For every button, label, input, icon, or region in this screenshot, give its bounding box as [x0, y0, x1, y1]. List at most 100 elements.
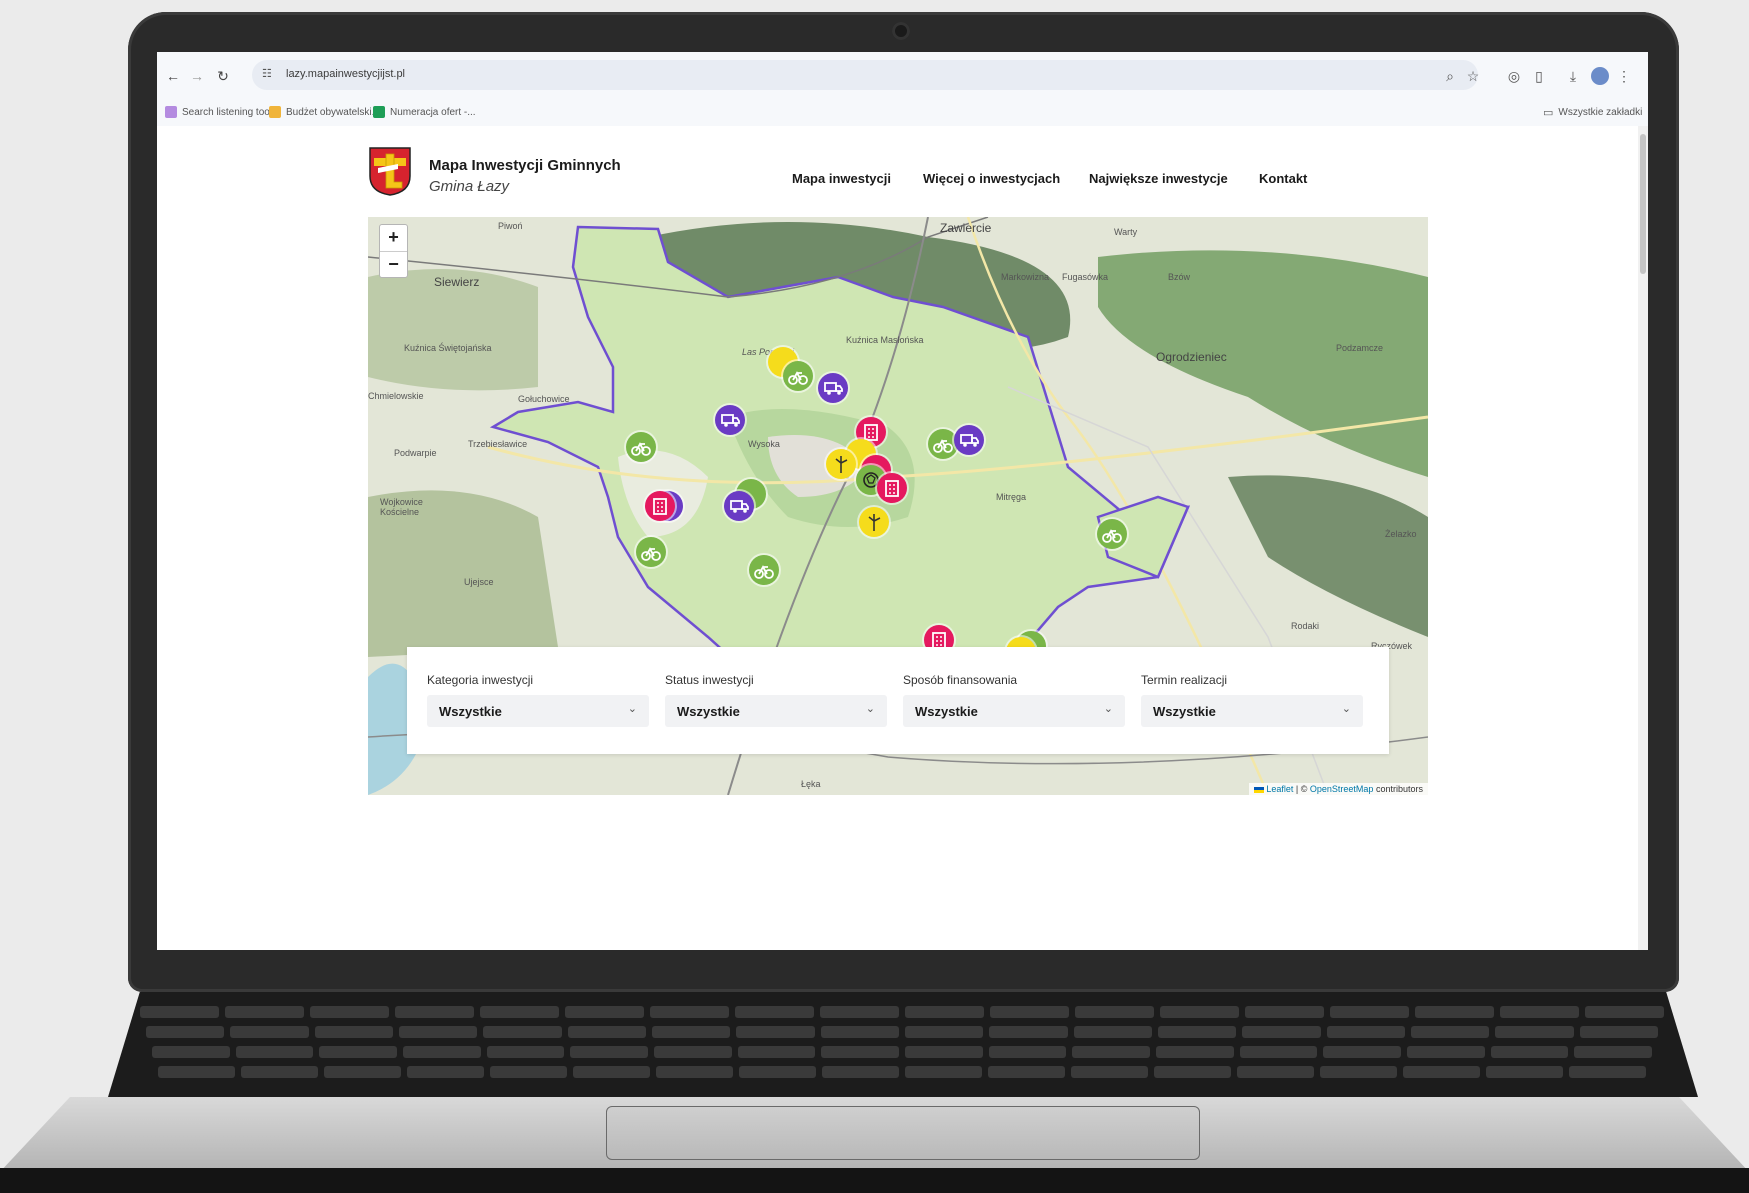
keyboard-key — [1486, 1066, 1563, 1078]
investment-marker-bike[interactable] — [1097, 519, 1127, 549]
extension-icon[interactable]: ◎ — [1504, 66, 1524, 86]
place-label: Chmielowskie — [368, 391, 424, 401]
nav-largest-link[interactable]: Największe inwestycje — [1089, 171, 1228, 186]
puzzle-icon[interactable]: ▯ — [1529, 66, 1549, 86]
chevron-down-icon: ⌄ — [1341, 703, 1351, 715]
term-select[interactable]: Wszystkie ⌄ — [1141, 695, 1363, 727]
keyboard-key — [650, 1006, 729, 1018]
investment-marker-energy[interactable] — [859, 507, 889, 537]
keyboard-key — [656, 1066, 733, 1078]
all-bookmarks[interactable]: ▭ Wszystkie zakładki — [1543, 106, 1642, 119]
investment-marker-bike[interactable] — [749, 555, 779, 585]
investment-map[interactable]: Zawiercie Siewierz Ogrodzieniec Kuźnica … — [368, 217, 1428, 795]
investment-marker-energy[interactable] — [826, 449, 856, 479]
bookmark-item[interactable]: Budżet obywatelski... — [269, 106, 380, 118]
keyboard-key — [1407, 1046, 1485, 1058]
keyboard-key — [140, 1006, 219, 1018]
keyboard-key — [1500, 1006, 1579, 1018]
zoom-out-button[interactable]: − — [380, 252, 407, 278]
bookmark-star-icon[interactable]: ☆ — [1463, 66, 1483, 86]
keyboard-key — [988, 1046, 1067, 1058]
truck-icon — [960, 434, 979, 447]
investment-marker-transport[interactable] — [954, 425, 984, 455]
keyboard-key — [480, 1006, 559, 1018]
keyboard-key — [225, 1006, 304, 1018]
keyboard-key — [1323, 1046, 1401, 1058]
key-row — [108, 1046, 1698, 1060]
investment-marker-bike[interactable] — [626, 432, 656, 462]
zoom-icon[interactable]: ⌕ — [1440, 66, 1460, 86]
place-label: Warty — [1114, 227, 1138, 237]
key-row — [108, 1026, 1698, 1040]
filter-label: Termin realizacji — [1141, 673, 1228, 687]
keyboard-key — [399, 1026, 478, 1038]
keyboard-key — [1075, 1006, 1154, 1018]
keyboard-key — [1326, 1026, 1405, 1038]
download-icon[interactable]: ⤓ — [1563, 66, 1583, 86]
bookmarks-bar: Search listening too... Budżet obywatels… — [157, 100, 1648, 127]
keyboard-key — [483, 1026, 562, 1038]
reload-icon[interactable]: ↻ — [213, 66, 233, 86]
place-label: Rodaki — [1291, 621, 1320, 631]
keyboard-key — [822, 1066, 899, 1078]
keyboard-key — [1245, 1006, 1324, 1018]
select-value: Wszystkie — [677, 704, 740, 719]
keyboard-key — [1071, 1066, 1148, 1078]
place-label: Kuźnica Świętojańska — [404, 343, 492, 353]
forward-icon[interactable]: → — [187, 66, 207, 86]
keyboard-key — [152, 1046, 230, 1058]
investment-marker-transport[interactable] — [818, 373, 848, 403]
profile-avatar[interactable] — [1591, 67, 1609, 85]
bicycle-icon — [1102, 529, 1122, 543]
investment-marker-transport[interactable] — [715, 405, 745, 435]
address-bar[interactable]: ☷ lazy.mapainwestycjijst.pl — [252, 60, 1478, 90]
place-label: Łęka — [801, 779, 821, 789]
keyboard-key — [314, 1026, 393, 1038]
webcam — [892, 22, 910, 40]
investment-marker-bike[interactable] — [783, 361, 813, 391]
place-label: Siewierz — [434, 275, 480, 289]
keyboard-key — [905, 1006, 984, 1018]
keyboard-key — [821, 1046, 899, 1058]
financing-select[interactable]: Wszystkie ⌄ — [903, 695, 1125, 727]
status-select[interactable]: Wszystkie ⌄ — [665, 695, 887, 727]
place-label: Wojkowice Kościelne — [380, 497, 423, 517]
keyboard-key — [1411, 1026, 1490, 1038]
scrollbar-thumb[interactable] — [1640, 134, 1646, 274]
wind-turbine-icon — [868, 514, 881, 531]
investment-marker-building[interactable] — [645, 491, 675, 521]
investment-marker-transport[interactable] — [724, 491, 754, 521]
keyboard — [108, 992, 1698, 1097]
gmina-crest-logo[interactable] — [368, 146, 412, 196]
bookmark-item[interactable]: Numeracja ofert -... — [373, 106, 476, 118]
keyboard-key — [565, 1006, 644, 1018]
bookmark-favicon — [373, 106, 385, 118]
site-settings-icon[interactable]: ☷ — [262, 67, 272, 80]
keyboard-key — [324, 1066, 401, 1078]
nav-map-link[interactable]: Mapa inwestycji — [792, 171, 891, 186]
chevron-down-icon: ⌄ — [1103, 703, 1113, 715]
keyboard-key — [567, 1026, 646, 1038]
key-row — [108, 1066, 1698, 1080]
keyboard-key — [1156, 1046, 1234, 1058]
osm-link[interactable]: OpenStreetMap — [1310, 784, 1374, 794]
leaflet-link[interactable]: Leaflet — [1266, 784, 1293, 794]
investment-marker-building[interactable] — [877, 473, 907, 503]
filter-label: Sposób finansowania — [903, 673, 1018, 687]
keyboard-key — [1242, 1026, 1321, 1038]
browser-toolbar: ← → ↻ ☷ lazy.mapainwestycjijst.pl ⌕ ☆ ◎ … — [157, 52, 1648, 100]
place-label: Ujejsce — [464, 577, 494, 587]
nav-more-link[interactable]: Więcej o inwestycjach — [923, 171, 1060, 186]
keyboard-key — [1490, 1046, 1569, 1058]
investment-marker-bike[interactable] — [636, 537, 666, 567]
keyboard-key — [739, 1066, 816, 1078]
category-select[interactable]: Wszystkie ⌄ — [427, 695, 649, 727]
back-icon[interactable]: ← — [163, 66, 183, 86]
nav-contact-link[interactable]: Kontakt — [1259, 171, 1307, 186]
keyboard-key — [1158, 1026, 1237, 1038]
bookmark-item[interactable]: Search listening too... — [165, 106, 278, 118]
zoom-in-button[interactable]: + — [380, 225, 407, 252]
keyboard-key — [1237, 1066, 1314, 1078]
menu-icon[interactable]: ⋮ — [1614, 66, 1634, 86]
site-title[interactable]: Mapa Inwestycji Gminnych — [429, 157, 621, 174]
